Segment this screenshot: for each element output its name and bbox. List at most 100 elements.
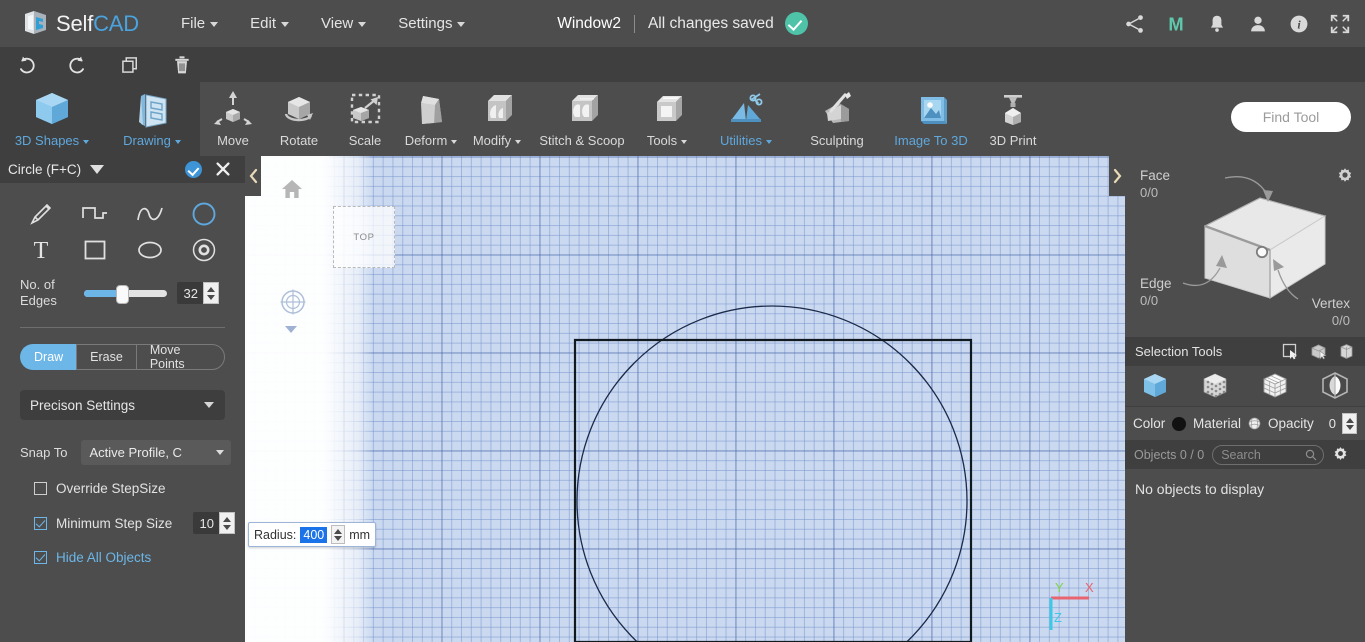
- ellipse-tool[interactable]: [123, 233, 177, 267]
- brand-logo[interactable]: SelfCAD: [22, 10, 139, 38]
- notifications-icon[interactable]: [1206, 13, 1228, 35]
- messages-icon[interactable]: M: [1165, 13, 1187, 35]
- material-sphere-icon[interactable]: [1248, 415, 1261, 432]
- stitch-scoop-icon: [560, 88, 604, 132]
- edge-select-mode[interactable]: [1320, 371, 1350, 401]
- lasso-select-icon[interactable]: [1338, 343, 1355, 360]
- opacity-stepper[interactable]: 0: [1322, 413, 1357, 434]
- collapse-left-panel-button[interactable]: [245, 156, 261, 196]
- find-tool-input[interactable]: Find Tool: [1231, 102, 1351, 132]
- delete-button[interactable]: [156, 47, 208, 82]
- gear-icon: [1334, 447, 1347, 460]
- radius-stepper[interactable]: [331, 525, 346, 544]
- vertex-count: 0/0: [1331, 313, 1350, 328]
- 3d-viewport[interactable]: TOP Radius: 400 mm Y X Z: [245, 156, 1125, 642]
- vertex-select-mode[interactable]: [1200, 371, 1230, 401]
- ribbon-label: Scale: [348, 133, 382, 148]
- text-icon: T: [34, 238, 49, 263]
- brand-cad: CAD: [93, 10, 139, 36]
- draw-mode-draw[interactable]: Draw: [20, 344, 77, 370]
- selection-mode-row: [1125, 366, 1365, 407]
- freehand-pen-tool[interactable]: [14, 197, 68, 231]
- minimum-step-stepper-arrows[interactable]: [219, 512, 235, 534]
- fullscreen-icon[interactable]: [1329, 13, 1351, 35]
- minimum-step-size-checkbox[interactable]: [34, 516, 47, 530]
- sculpting-icon: [815, 88, 859, 132]
- draw-mode-move-points[interactable]: Move Points: [135, 343, 225, 371]
- confirm-check-icon[interactable]: [185, 161, 202, 178]
- ribbon-3d-shapes[interactable]: 3D Shapes: [0, 82, 104, 156]
- selection-tools-row: Selection Tools: [1125, 337, 1365, 366]
- redo-button[interactable]: [52, 47, 104, 82]
- minimum-step-size-label: Minimum Step Size: [56, 515, 173, 531]
- slider-knob[interactable]: [116, 284, 129, 304]
- precision-settings-dropdown[interactable]: Precison Settings: [20, 390, 225, 420]
- edge-selection-info: Edge 0/0: [1140, 275, 1172, 309]
- selection-tools-label: Selection Tools: [1135, 344, 1223, 359]
- edges-stepper[interactable]: 32: [177, 282, 219, 304]
- panel-header: Circle (F+C): [0, 156, 245, 183]
- home-icon[interactable]: [281, 178, 303, 200]
- ribbon-stitch-scoop[interactable]: Stitch & Scoop: [530, 82, 634, 156]
- ribbon-drawing[interactable]: Drawing: [104, 82, 200, 156]
- curve-tool[interactable]: [123, 197, 177, 231]
- ribbon-move[interactable]: Move: [200, 82, 266, 156]
- objects-search-input[interactable]: Search: [1212, 444, 1325, 465]
- navigation-gizmo-icon[interactable]: [279, 288, 307, 316]
- face-select-mode[interactable]: [1260, 371, 1290, 401]
- draw-mode-erase[interactable]: Erase: [76, 344, 136, 370]
- face-label: Face: [1140, 168, 1171, 183]
- snap-to-select[interactable]: Active Profile, C: [81, 440, 231, 465]
- collapse-right-panel-button[interactable]: [1109, 156, 1125, 196]
- ribbon-deform[interactable]: Deform: [398, 82, 464, 156]
- override-stepsize-checkbox[interactable]: [34, 482, 47, 495]
- hide-all-objects-checkbox[interactable]: [34, 551, 47, 564]
- stepper-down-icon: [1345, 424, 1354, 430]
- svg-text:T: T: [34, 238, 49, 263]
- duplicate-button[interactable]: [104, 47, 156, 82]
- box-select-icon[interactable]: [1310, 343, 1327, 360]
- ribbon-3d-print[interactable]: 3D Print: [980, 82, 1046, 156]
- undo-button[interactable]: [0, 47, 52, 82]
- ribbon-image-to-3d[interactable]: Image To 3D: [882, 82, 980, 156]
- ribbon-rotate[interactable]: Rotate: [266, 82, 332, 156]
- menu-view[interactable]: View: [305, 9, 382, 38]
- selection-visual: Face 0/0 Edge 0/0 Vertex 0/0: [1125, 156, 1365, 337]
- edges-stepper-arrows[interactable]: [203, 282, 219, 304]
- ribbon-tools[interactable]: Tools: [634, 82, 700, 156]
- ribbon-label: Tools: [647, 133, 688, 148]
- opacity-stepper-arrows[interactable]: [1342, 413, 1357, 434]
- rotate-icon: [277, 88, 321, 132]
- radius-value[interactable]: 400: [300, 526, 328, 543]
- menu-edit[interactable]: Edit: [234, 9, 305, 38]
- navigation-gizmo-dropdown-icon[interactable]: [285, 326, 297, 333]
- panel-expand-triangle-icon[interactable]: [90, 165, 105, 174]
- view-cube-top[interactable]: TOP: [333, 206, 395, 268]
- ribbon-utilities[interactable]: Utilities: [700, 82, 792, 156]
- ribbon-label: Utilities: [720, 133, 772, 148]
- donut-tool[interactable]: [177, 233, 231, 267]
- share-icon[interactable]: [1124, 13, 1146, 35]
- rectangle-tool[interactable]: [68, 233, 122, 267]
- text-tool[interactable]: T: [14, 233, 68, 267]
- stepper-up-icon: [207, 286, 215, 292]
- info-icon[interactable]: i: [1288, 13, 1310, 35]
- object-select-mode[interactable]: [1140, 371, 1170, 401]
- rectangle-select-icon[interactable]: [1282, 343, 1299, 360]
- menu-settings[interactable]: Settings: [382, 9, 481, 38]
- cube-blue-icon: [30, 88, 74, 132]
- color-swatch[interactable]: [1172, 416, 1186, 431]
- menu-file[interactable]: File: [165, 9, 234, 38]
- polyline-tool[interactable]: [68, 197, 122, 231]
- ribbon-sculpting[interactable]: Sculpting: [792, 82, 882, 156]
- circle-tool[interactable]: [177, 197, 231, 231]
- minimum-step-size-stepper[interactable]: 10: [193, 512, 235, 534]
- ribbon-modify[interactable]: Modify: [464, 82, 530, 156]
- edges-slider[interactable]: [84, 284, 167, 304]
- radius-input-tooltip[interactable]: Radius: 400 mm: [248, 522, 377, 547]
- ribbon-scale[interactable]: Scale: [332, 82, 398, 156]
- account-icon[interactable]: [1247, 13, 1269, 35]
- close-icon[interactable]: [214, 160, 232, 178]
- chevron-down-icon: [210, 21, 219, 27]
- objects-settings-button[interactable]: [1332, 446, 1349, 463]
